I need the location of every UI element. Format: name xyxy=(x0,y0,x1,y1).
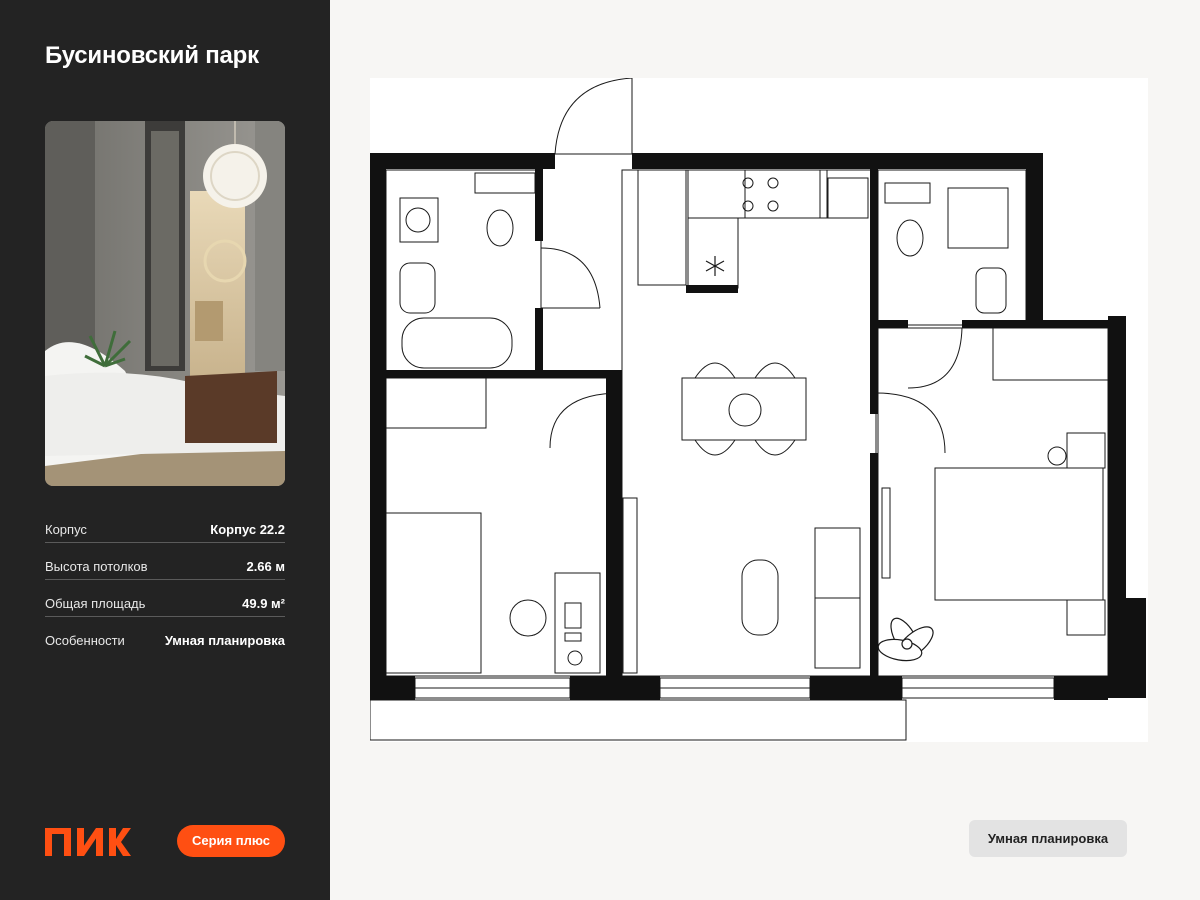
project-title: Бусиновский парк xyxy=(45,42,259,69)
pik-logo xyxy=(45,828,131,856)
spec-value: 2.66 м xyxy=(246,558,285,574)
spec-row-features: Особенности Умная планировка xyxy=(45,627,285,653)
spec-row-ceiling-height: Высота потолков 2.66 м xyxy=(45,553,285,580)
spec-label: Особенности xyxy=(45,632,125,648)
spec-row-total-area: Общая площадь 49.9 м² xyxy=(45,590,285,617)
specs-list: Корпус Корпус 22.2 Высота потолков 2.66 … xyxy=(45,516,285,663)
spec-value: Корпус 22.2 xyxy=(210,521,285,537)
floor-plan xyxy=(370,78,1148,742)
spec-value: Умная планировка xyxy=(164,632,285,648)
series-badge[interactable]: Серия плюс xyxy=(177,825,285,857)
spec-row-building: Корпус Корпус 22.2 xyxy=(45,516,285,543)
spec-label: Корпус xyxy=(45,521,87,537)
spec-label: Высота потолков xyxy=(45,558,148,574)
spec-value: 49.9 м² xyxy=(242,595,285,611)
spec-label: Общая площадь xyxy=(45,595,146,611)
sidebar: Бусиновский парк Корпус Корпус 22.2 Высо… xyxy=(0,0,330,900)
feature-tag: Умная планировка xyxy=(969,820,1127,857)
interior-photo xyxy=(45,121,285,486)
